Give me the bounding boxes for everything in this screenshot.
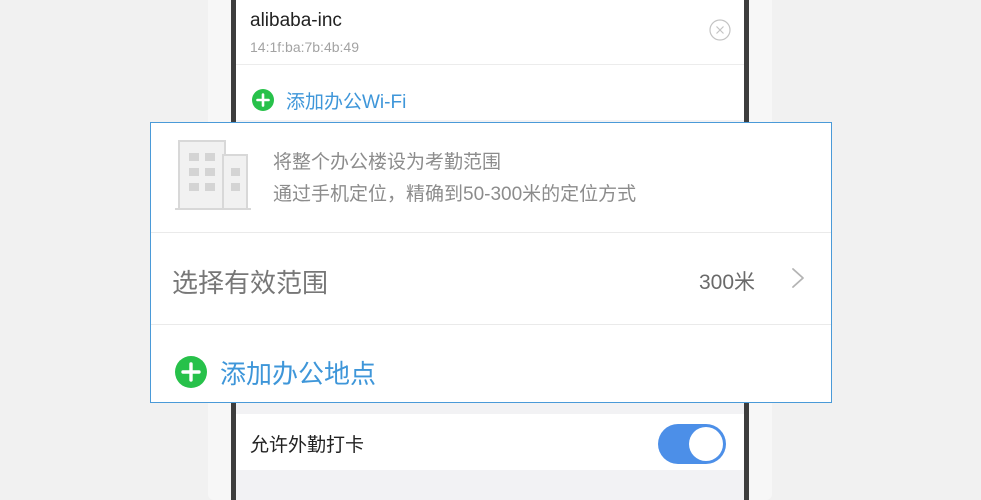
- range-label: 选择有效范围: [172, 268, 329, 298]
- divider: [151, 324, 831, 325]
- plus-circle-icon: [175, 356, 207, 388]
- wifi-card: alibaba-inc 14:1f:ba:7b:4b:49 添加办公Wi-Fi: [236, 0, 744, 120]
- select-range-row[interactable]: 选择有效范围 300米: [151, 233, 831, 325]
- outside-checkin-toggle[interactable]: [658, 424, 726, 464]
- office-description-line2: 通过手机定位，精确到50-300米的定位方式: [273, 184, 637, 205]
- outside-checkin-label: 允许外勤打卡: [250, 435, 365, 456]
- add-wifi-label: 添加办公Wi-Fi: [286, 91, 407, 113]
- divider: [236, 64, 744, 65]
- wifi-name: alibaba-inc: [250, 10, 342, 31]
- range-value: 300米: [699, 271, 756, 294]
- add-office-location-button[interactable]: 添加办公地点: [175, 355, 376, 389]
- office-location-panel: 将整个办公楼设为考勤范围 通过手机定位，精确到50-300米的定位方式 选择有效…: [150, 122, 832, 403]
- close-circle-icon[interactable]: [709, 19, 731, 41]
- toggle-knob: [689, 427, 723, 461]
- add-wifi-button[interactable]: 添加办公Wi-Fi: [252, 87, 406, 113]
- outside-checkin-row: 允许外勤打卡: [236, 414, 744, 470]
- add-office-location-label: 添加办公地点: [220, 358, 377, 389]
- building-icon: [175, 140, 251, 210]
- plus-circle-icon: [252, 89, 274, 111]
- office-description-line1: 将整个办公楼设为考勤范围: [273, 152, 502, 173]
- chevron-right-icon: [792, 268, 804, 288]
- wifi-mac-address: 14:1f:ba:7b:4b:49: [250, 39, 359, 55]
